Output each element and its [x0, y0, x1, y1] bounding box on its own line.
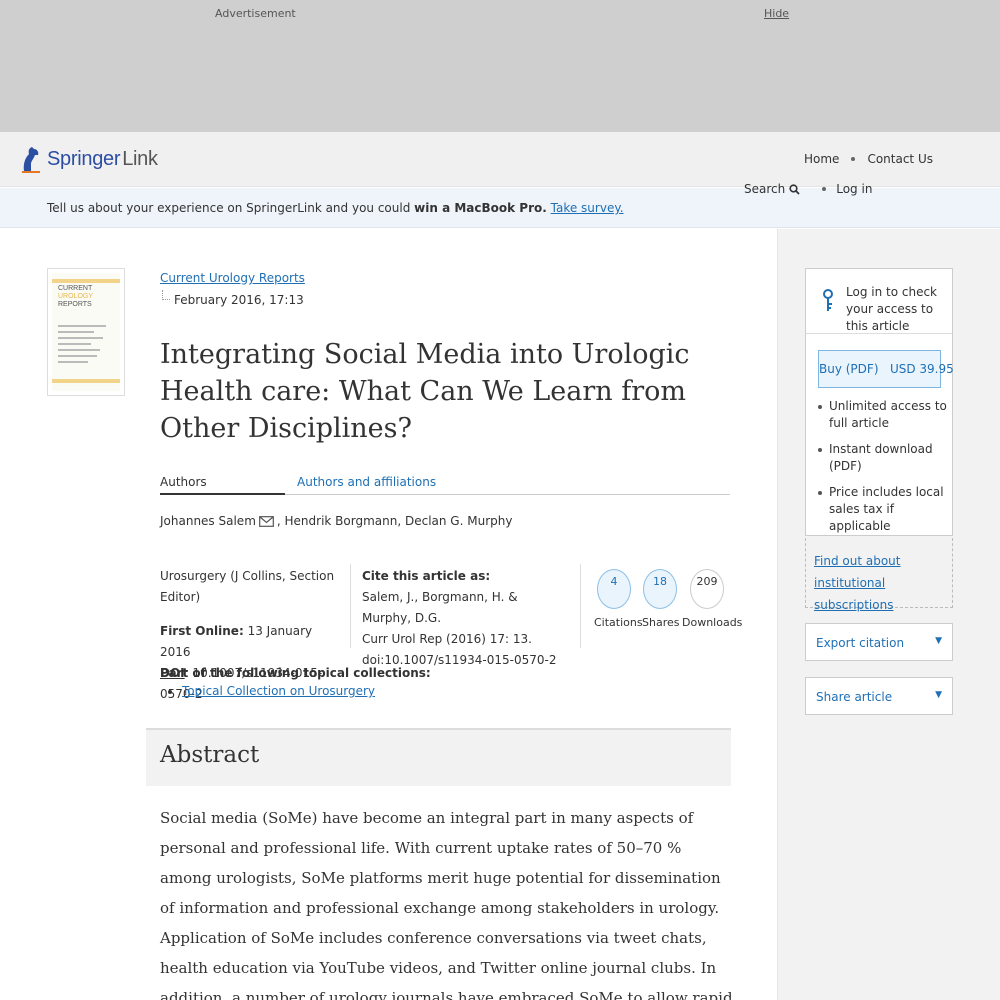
downloads-label: Downloads [682, 616, 743, 629]
export-citation-dropdown[interactable]: Export citation ▼ [805, 623, 953, 661]
purchase-benefits: Unlimited access to full article Instant… [817, 398, 951, 544]
search-icon[interactable] [789, 183, 800, 195]
buy-pdf-button[interactable]: Buy (PDF) USD 39.95 [818, 350, 954, 388]
access-text: Log in to check your access to this arti… [846, 285, 937, 333]
journal-link[interactable]: Current Urology Reports [160, 271, 305, 285]
issue-date: February 2016, 17:13 [174, 293, 304, 307]
downloads-metric: 209 Downloads [682, 569, 743, 629]
other-authors[interactable]: , Hendrik Borgmann, Declan G. Murphy [277, 514, 513, 528]
cite-line: Curr Urol Rep (2016) 17: 13. [362, 632, 532, 646]
downloads-count: 209 [690, 569, 724, 609]
key-icon [823, 289, 833, 311]
springer-horse-icon [22, 147, 40, 173]
take-survey-link[interactable]: Take survey. [551, 201, 624, 215]
cover-title: CURRENT UROLOGY REPORTS [58, 285, 94, 308]
author-list: Johannes Salem , Hendrik Borgmann, Decla… [160, 514, 512, 528]
access-box: Log in to check your access to this arti… [805, 268, 954, 536]
cite-article: Cite this article as: Salem, J., Borgman… [362, 566, 567, 671]
collections-label: Part of the following topical collection… [160, 666, 431, 680]
institutional-subscriptions-box: Find out about institutional subscriptio… [805, 538, 953, 612]
first-online: First Online: 13 January 2016 [160, 624, 313, 659]
author-tabs: Authors Authors and affiliations [160, 473, 730, 495]
search-link[interactable]: Search [744, 182, 785, 196]
topical-collections: Part of the following topical collection… [160, 666, 431, 698]
journal-cover-image[interactable]: CURRENT UROLOGY REPORTS [47, 268, 125, 396]
export-citation-label: Export citation [816, 636, 905, 650]
share-article-label: Share article [816, 690, 893, 704]
article-title: Integrating Social Media into Urologic H… [160, 339, 690, 444]
survey-message: Tell us about your experience on Springe… [47, 201, 624, 215]
secondary-nav: Search Log in [744, 182, 872, 196]
login-link[interactable]: Log in [836, 182, 872, 196]
shares-label: Shares [642, 616, 680, 629]
institutional-subscriptions-link[interactable]: Find out about institutional subscriptio… [814, 554, 901, 612]
section-editor: Urosurgery (J Collins, Section Editor) [160, 569, 335, 604]
cite-line: Salem, J., Borgmann, H. & Murphy, D.G. [362, 590, 518, 625]
nav-separator [851, 157, 856, 161]
nav-home-link[interactable]: Home [804, 152, 839, 166]
email-icon[interactable] [258, 515, 274, 527]
list-item: Unlimited access to full article [817, 398, 951, 432]
share-article-dropdown[interactable]: Share article ▼ [805, 677, 953, 715]
divider [580, 564, 581, 648]
caret-down-icon: ▼ [935, 690, 942, 700]
tab-authors-affiliations[interactable]: Authors and affiliations [297, 475, 436, 489]
list-item: Price includes local sales tax if applic… [817, 484, 951, 535]
ad-hide-link[interactable]: Hide [764, 7, 789, 20]
shares-count: 18 [643, 569, 677, 609]
shares-metric[interactable]: 18 Shares [642, 569, 680, 629]
abstract-text: Social media (SoMe) have become an integ… [160, 809, 733, 1000]
citations-metric[interactable]: 4 Citations [594, 569, 643, 629]
abstract-section-header: Abstract [146, 728, 731, 786]
divider [350, 564, 351, 648]
citations-count: 4 [597, 569, 631, 609]
advertisement-banner: Advertisement Hide [0, 0, 1000, 132]
citations-label: Citations [594, 616, 643, 629]
survey-prize: win a MacBook Pro. [414, 201, 547, 215]
ad-label: Advertisement [215, 7, 296, 20]
nav-separator [822, 187, 827, 191]
login-access[interactable]: Log in to check your access to this arti… [806, 269, 952, 334]
list-item: Topical Collection on Urosurgery [182, 684, 431, 698]
list-item: Instant download (PDF) [817, 441, 951, 475]
abstract-heading: Abstract [160, 742, 260, 768]
author-name[interactable]: Johannes Salem [160, 514, 256, 528]
collection-link[interactable]: Topical Collection on Urosurgery [182, 684, 375, 698]
caret-down-icon: ▼ [935, 636, 942, 646]
date-connector [162, 290, 170, 300]
site-header: Springer Link Home Contact Us [0, 132, 1000, 187]
nav-contact-link[interactable]: Contact Us [867, 152, 933, 166]
cite-label: Cite this article as: [362, 569, 491, 583]
top-nav: Home Contact Us [804, 152, 933, 166]
tab-authors[interactable]: Authors [160, 475, 285, 495]
springerlink-logo[interactable]: Springer Link [20, 142, 158, 176]
